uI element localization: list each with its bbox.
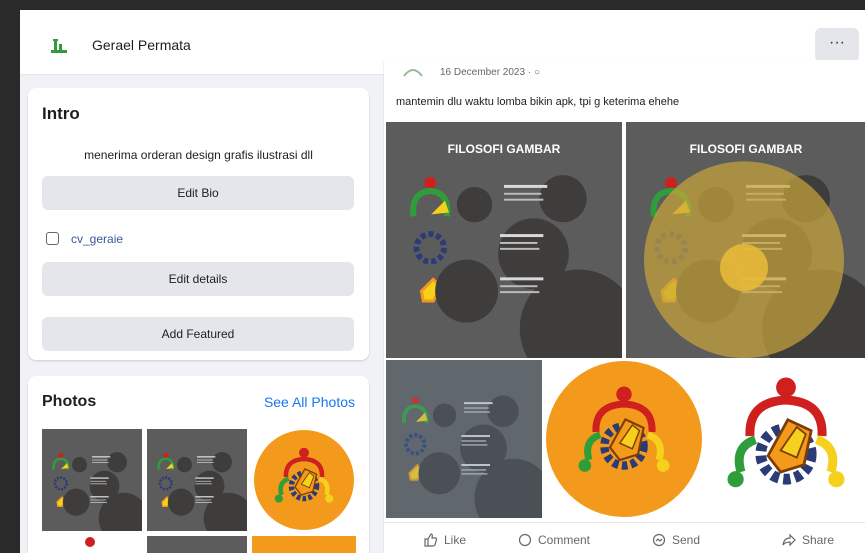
poster-image: [386, 122, 622, 358]
page-title[interactable]: Gerael Permata: [92, 37, 191, 53]
photo-thumbnail-2[interactable]: [147, 429, 247, 531]
post-image-5[interactable]: [706, 360, 865, 518]
poster-image: [147, 536, 247, 553]
logo-photo: [706, 360, 865, 518]
poster-image: [386, 360, 542, 518]
bio-text: menerima orderan design grafis ilustrasi…: [84, 148, 313, 162]
photos-card: Photos See All Photos: [28, 376, 369, 553]
avatar[interactable]: [402, 62, 424, 78]
photo-thumbnail-6[interactable]: [252, 536, 356, 553]
edit-details-button[interactable]: Edit details: [42, 262, 354, 296]
instagram-handle[interactable]: cv_geraie: [71, 232, 123, 246]
see-all-photos-link[interactable]: See All Photos: [264, 394, 355, 410]
photo-thumbnail-4[interactable]: [42, 536, 142, 553]
more-options-button[interactable]: ···: [815, 28, 859, 62]
send-button[interactable]: Send: [652, 533, 700, 547]
logo-photo: [252, 429, 356, 531]
send-label: Send: [672, 533, 701, 547]
share-button[interactable]: Share: [782, 533, 834, 547]
like-label: Like: [444, 533, 467, 547]
logo-photo: [252, 536, 356, 553]
poster-title: FILOSOFI GAMBAR: [447, 142, 561, 156]
poster-image: [42, 429, 142, 531]
photo-thumbnail-5[interactable]: [147, 536, 247, 553]
photo-thumbnail-3[interactable]: [252, 429, 356, 531]
intro-title: Intro: [42, 104, 80, 123]
logo-photo: [42, 536, 142, 553]
like-icon: [424, 533, 438, 547]
share-label: Share: [802, 533, 835, 547]
comment-button[interactable]: Comment: [518, 533, 590, 547]
photos-title: Photos: [42, 393, 97, 410]
comment-icon: [518, 533, 532, 547]
post-image-2[interactable]: FILOSOFI GAMBAR: [626, 122, 865, 358]
poster-title: FILOSOFI GAMBAR: [689, 142, 803, 156]
post-timestamp[interactable]: 16 December 2023 · ○: [440, 67, 540, 78]
add-featured-button[interactable]: Add Featured: [42, 317, 354, 351]
facebook-page-frame: Gerael Permata ··· Intro menerima ordera…: [20, 10, 865, 553]
post-actions-bar: Like Comment Send Share: [384, 522, 865, 553]
poster-image: [626, 122, 865, 358]
post-image-1[interactable]: FILOSOFI GAMBAR: [386, 122, 622, 358]
post-image-3[interactable]: [386, 360, 542, 518]
post-caption: mantemin dlu waktu lomba bikin apk, tpi …: [396, 96, 680, 108]
comment-label: Comment: [538, 533, 591, 547]
edit-bio-button[interactable]: Edit Bio: [42, 176, 354, 210]
post-header: 16 December 2023 · ○: [384, 60, 865, 82]
logo-photo: [546, 360, 702, 518]
page-logo-icon[interactable]: [50, 36, 68, 54]
messenger-icon: [652, 533, 666, 547]
post-image-4[interactable]: [546, 360, 702, 518]
share-icon: [782, 533, 796, 547]
poster-image: [147, 429, 247, 531]
like-button[interactable]: Like: [424, 533, 466, 547]
post-card: 16 December 2023 · ○ mantemin dlu waktu …: [384, 60, 865, 553]
intro-card: Intro menerima orderan design grafis ilu…: [28, 88, 369, 360]
photo-thumbnail-1[interactable]: [42, 429, 142, 531]
instagram-icon: [46, 232, 59, 245]
instagram-link-row[interactable]: cv_geraie: [46, 232, 123, 246]
